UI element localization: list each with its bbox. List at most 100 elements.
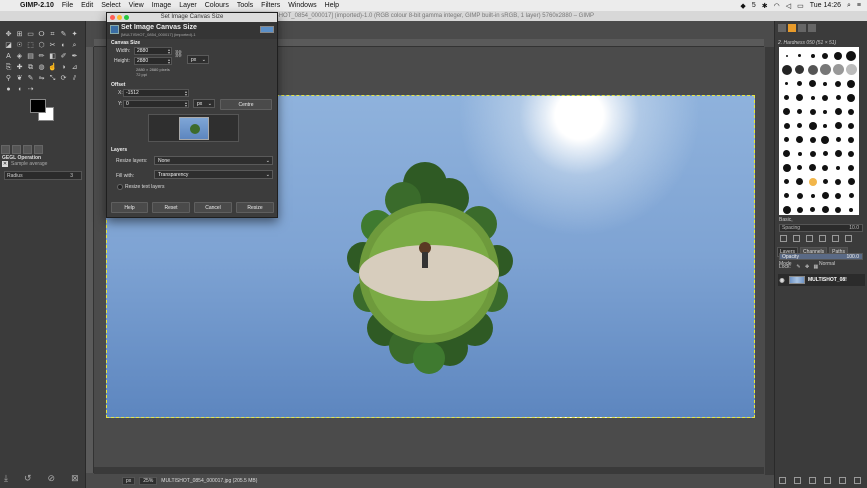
brush-item[interactable]: [832, 119, 844, 132]
open-as-image-icon[interactable]: [845, 235, 852, 242]
reset-options-icon[interactable]: ⊠: [71, 473, 79, 484]
brush-item[interactable]: [832, 49, 844, 62]
brush-item[interactable]: [819, 203, 831, 216]
brush-item[interactable]: [794, 189, 806, 202]
heal-tool-icon[interactable]: ✚: [14, 62, 25, 73]
blur-tool-icon[interactable]: ◍: [36, 62, 47, 73]
offset-preview[interactable]: [148, 114, 239, 142]
brush-item[interactable]: [832, 203, 844, 216]
menu-select[interactable]: Select: [101, 2, 120, 9]
brush-item[interactable]: [781, 119, 793, 132]
brush-item[interactable]: [819, 189, 831, 202]
x-spinner[interactable]: ▴ ▾: [185, 90, 187, 97]
menu-colours[interactable]: Colours: [205, 2, 229, 9]
volume-icon[interactable]: ◁: [786, 2, 791, 10]
brush-item[interactable]: [794, 203, 806, 216]
brush-item[interactable]: [832, 175, 844, 188]
rect-select-icon[interactable]: ▭: [25, 29, 36, 40]
dodge-burn-icon[interactable]: ◑: [58, 62, 69, 73]
brush-item[interactable]: [807, 175, 819, 188]
brush-item[interactable]: [807, 49, 819, 62]
brush-item[interactable]: [832, 63, 844, 76]
color-swatches[interactable]: [30, 99, 60, 125]
brush-item[interactable]: [781, 203, 793, 216]
brush-item[interactable]: [781, 63, 793, 76]
brush-item[interactable]: [807, 133, 819, 146]
y-input[interactable]: 0 ▴ ▾: [123, 100, 189, 108]
brush-item[interactable]: [832, 133, 844, 146]
battery-badge[interactable]: 5: [752, 2, 756, 9]
size-unit-select[interactable]: px ⌄: [187, 55, 209, 64]
lock-alpha-icon[interactable]: ▦: [814, 264, 819, 270]
brush-item[interactable]: [794, 161, 806, 174]
path-select-icon[interactable]: ⇢: [25, 84, 36, 95]
handle-transform-icon[interactable]: ⬚: [25, 40, 36, 51]
brush-item[interactable]: [807, 77, 819, 90]
spacing-field[interactable]: Spacing 10.0: [779, 224, 863, 232]
menu-view[interactable]: View: [129, 2, 144, 9]
restore-options-icon[interactable]: ↺: [24, 473, 32, 484]
brush-item[interactable]: [781, 161, 793, 174]
brush-item[interactable]: [819, 147, 831, 160]
y-spinner[interactable]: ▴ ▾: [185, 101, 187, 108]
layer-row[interactable]: ◉ MULTISHOT_08!: [778, 274, 865, 286]
pencil-icon[interactable]: ✎: [25, 73, 36, 84]
fill-with-select[interactable]: Transparency ⌄: [154, 170, 273, 179]
airbrush-icon[interactable]: ✐: [58, 51, 69, 62]
menu-tools[interactable]: Tools: [237, 2, 253, 9]
notification-icon[interactable]: ≡: [857, 2, 861, 9]
wifi-icon[interactable]: ◠: [774, 2, 780, 10]
brush-item[interactable]: [845, 147, 857, 160]
paintbrush-icon[interactable]: ✏: [36, 51, 47, 62]
brush-item[interactable]: [819, 63, 831, 76]
resize-layers-select[interactable]: None ⌄: [154, 156, 273, 165]
bucket-fill-icon[interactable]: ◈: [14, 51, 25, 62]
brush-item[interactable]: [845, 133, 857, 146]
minimize-window-icon[interactable]: [117, 15, 122, 20]
resize-button[interactable]: Resize: [236, 202, 274, 213]
brush-item[interactable]: [845, 161, 857, 174]
crop-tool-icon[interactable]: ⌗: [47, 29, 58, 40]
x-input[interactable]: -1512 ▴ ▾: [123, 89, 189, 97]
brush-item[interactable]: [845, 175, 857, 188]
radius-field[interactable]: Radius 3: [4, 171, 82, 180]
brush-item[interactable]: [832, 91, 844, 104]
lock-pixels-icon[interactable]: ✎: [796, 264, 800, 270]
measure-tool-icon[interactable]: ⊿: [69, 62, 80, 73]
vertical-scrollbar[interactable]: [765, 47, 774, 475]
new-layer-icon[interactable]: [779, 477, 786, 484]
width-spinner[interactable]: ▴ ▾: [168, 48, 170, 55]
drop-icon[interactable]: ●: [3, 84, 14, 95]
centre-button[interactable]: Centre: [220, 99, 272, 110]
ink-tool-icon[interactable]: ✒: [69, 51, 80, 62]
chain-link-icon[interactable]: ⛓: [174, 50, 183, 58]
brush-item[interactable]: [819, 133, 831, 146]
device-status-tab-icon[interactable]: [12, 145, 21, 154]
brush-item[interactable]: [781, 133, 793, 146]
lock-position-icon[interactable]: ✥: [805, 264, 809, 270]
unit-select[interactable]: px: [122, 477, 136, 485]
delete-layer-icon[interactable]: [854, 477, 861, 484]
fuzzy-select-icon[interactable]: ✦: [69, 29, 80, 40]
warp-tool-icon[interactable]: ☉: [14, 40, 25, 51]
brush-item[interactable]: [781, 91, 793, 104]
clock[interactable]: Tue 14:26: [810, 2, 841, 9]
brush-item[interactable]: [819, 175, 831, 188]
duplicate-layer-icon[interactable]: [839, 477, 846, 484]
brush-item[interactable]: [794, 133, 806, 146]
offset-unit-select[interactable]: px ⌄: [193, 99, 215, 108]
images-tab-icon[interactable]: [34, 145, 43, 154]
raise-layer-icon[interactable]: [809, 477, 816, 484]
brush-item[interactable]: [794, 63, 806, 76]
brush-item[interactable]: [807, 189, 819, 202]
clone-tool-icon[interactable]: ⎘: [3, 62, 14, 73]
save-options-icon[interactable]: ⤓: [4, 473, 8, 484]
brush-item[interactable]: [845, 91, 857, 104]
tool-options-tab-icon[interactable]: [1, 145, 10, 154]
paths-tool-icon[interactable]: ✎: [58, 29, 69, 40]
battery-icon[interactable]: ▭: [797, 2, 804, 10]
mode-value[interactable]: Normal: [819, 261, 835, 267]
brush-item[interactable]: [819, 119, 831, 132]
brush-item[interactable]: [832, 77, 844, 90]
patterns-tab-icon[interactable]: [788, 24, 796, 32]
